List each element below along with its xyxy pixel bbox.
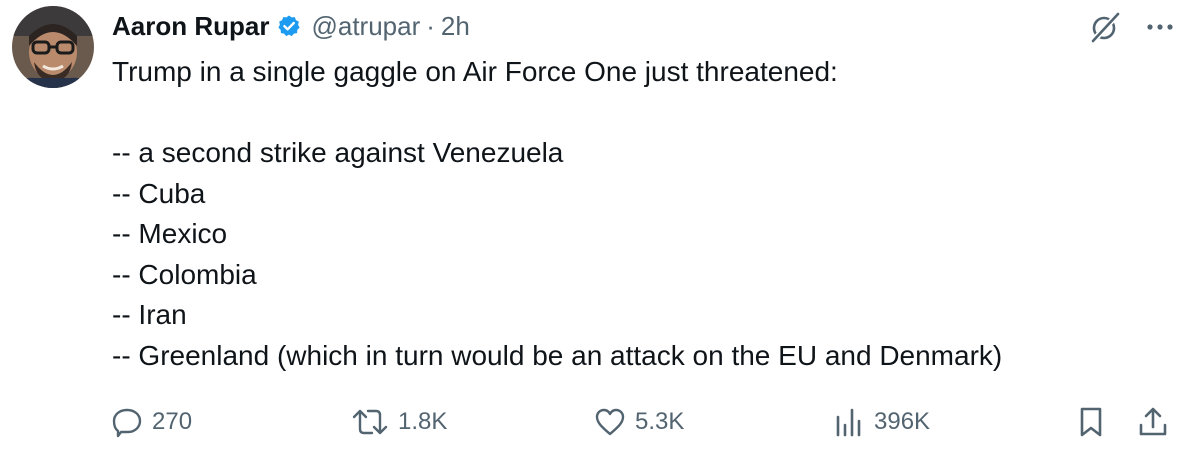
timestamp[interactable]: 2h <box>441 11 470 42</box>
retweet-icon <box>350 405 390 439</box>
bookmark-button[interactable] <box>1076 400 1106 444</box>
retweet-button[interactable]: 1.8K <box>350 400 447 444</box>
tweet-line: -- Cuba <box>112 177 206 209</box>
tweet-line: -- Mexico <box>112 218 228 249</box>
views-count: 396K <box>874 408 931 435</box>
views-chart-icon <box>832 405 866 439</box>
tweet-line: -- Colombia <box>112 258 257 290</box>
tweet-line: -- a second strike against Venezuela <box>112 137 564 168</box>
author-handle[interactable]: @atrupar <box>311 11 420 42</box>
grok-icon[interactable] <box>1088 10 1122 44</box>
tweet-header: Aaron Rupar @atrupar · 2h <box>112 8 470 44</box>
like-count: 5.3K <box>635 408 685 435</box>
tweet-card: Aaron Rupar @atrupar · 2h Trump in a sin… <box>0 0 1200 461</box>
tweet-top-actions <box>1088 10 1174 44</box>
reply-count: 270 <box>152 408 193 435</box>
verified-badge-icon <box>277 14 301 38</box>
author-name[interactable]: Aaron Rupar <box>112 11 269 42</box>
like-button[interactable]: 5.3K <box>593 400 684 444</box>
tweet-line: -- Greenland (which in turn would be an … <box>112 339 1003 371</box>
views-button[interactable]: 396K <box>832 400 930 444</box>
bookmark-icon <box>1076 405 1106 439</box>
tweet-line: -- Iran <box>112 299 187 330</box>
avatar[interactable] <box>12 6 94 88</box>
tweet-line <box>112 93 1172 134</box>
share-icon <box>1136 405 1170 439</box>
tweet-action-bar: 270 1.8K 5.3K 396K <box>0 400 1200 444</box>
reply-icon <box>110 405 144 439</box>
reply-button[interactable]: 270 <box>110 400 192 444</box>
tweet-text: Trump in a single gaggle on Air Force On… <box>112 52 1172 376</box>
more-icon[interactable] <box>1146 22 1174 32</box>
retweet-count: 1.8K <box>398 408 448 435</box>
tweet-line: Trump in a single gaggle on Air Force On… <box>112 56 838 87</box>
separator-dot: · <box>426 10 435 41</box>
share-button[interactable] <box>1136 400 1170 444</box>
heart-icon <box>593 405 627 439</box>
